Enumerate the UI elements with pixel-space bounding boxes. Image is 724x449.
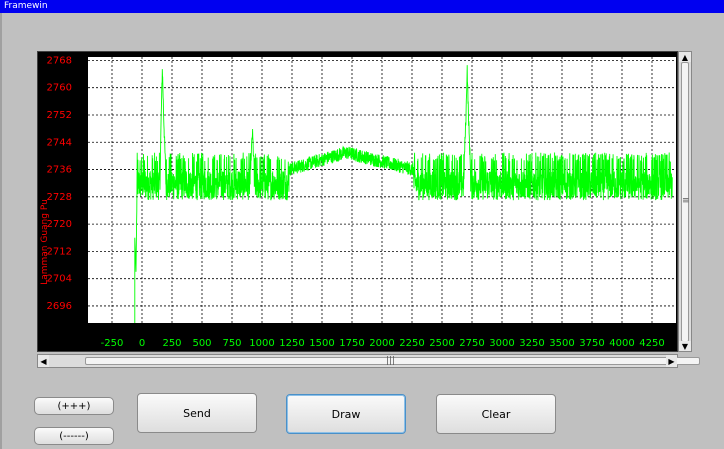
x-tick-label: 1500 <box>309 338 334 349</box>
scroll-left-button[interactable]: ◀ <box>38 355 49 367</box>
x-tick-label: 3250 <box>519 338 544 349</box>
grip-icon: ≡ <box>682 196 690 206</box>
zoom-in-button[interactable]: (+++) <box>34 397 114 415</box>
y-tick-label: 2704 <box>47 274 72 285</box>
scroll-right-button[interactable]: ▶ <box>666 355 677 367</box>
vertical-scroll-thumb[interactable]: ≡ <box>681 62 690 342</box>
x-tick-label: 250 <box>162 338 181 349</box>
y-tick-label: 2712 <box>47 246 72 257</box>
zoom-out-button[interactable]: (------) <box>34 427 114 445</box>
y-tick-label: 2728 <box>47 192 72 203</box>
clear-button[interactable]: Clear <box>436 394 556 434</box>
horizontal-scrollbar[interactable]: ◀ ||| ▶ <box>37 354 700 368</box>
y-tick-label: 2752 <box>47 110 72 121</box>
vertical-scrollbar[interactable]: ▲ ≡ ▼ <box>678 51 692 352</box>
chart-svg: 2768 2760 2752 2744 2736 2728 2720 2712 2704 2696… <box>40 55 676 349</box>
x-tick-label: 3000 <box>489 338 514 349</box>
y-tick-label: 2760 <box>47 83 72 94</box>
horizontal-scroll-thumb[interactable]: ||| <box>85 356 700 366</box>
window-title-bar[interactable]: Framewin <box>0 0 724 13</box>
y-tick-labels: 2768 2760 2752 2744 2736 2728 2720 2712 2704 2696 <box>47 55 72 312</box>
x-tick-label: 1250 <box>279 338 304 349</box>
down-arrow-icon: ▼ <box>681 341 689 351</box>
y-tick-label: 2720 <box>47 219 72 230</box>
window-title: Framewin <box>4 1 48 11</box>
x-tick-label: 4000 <box>609 338 634 349</box>
x-tick-label: 3750 <box>579 338 604 349</box>
y-tick-label: 2736 <box>47 165 72 176</box>
up-arrow-icon: ▲ <box>681 52 689 62</box>
x-tick-label: -250 <box>101 338 124 349</box>
scroll-down-button[interactable]: ▼ <box>679 341 691 351</box>
draw-button[interactable]: Draw <box>286 394 406 434</box>
x-tick-label: 3500 <box>549 338 574 349</box>
x-tick-label: 2500 <box>429 338 454 349</box>
right-arrow-icon: ▶ <box>668 356 675 366</box>
x-tick-label: 500 <box>192 338 211 349</box>
y-axis-label: Lamman Guang Pu <box>40 199 50 285</box>
x-tick-label: 0 <box>139 338 145 349</box>
x-tick-label: 4250 <box>639 338 664 349</box>
left-arrow-icon: ◀ <box>40 356 47 366</box>
x-tick-label: 2750 <box>459 338 484 349</box>
x-tick-label: 750 <box>222 338 241 349</box>
send-button[interactable]: Send <box>137 393 257 433</box>
x-tick-label: 1000 <box>249 338 274 349</box>
grip-icon: ||| <box>386 356 396 366</box>
y-tick-label: 2768 <box>47 55 72 66</box>
x-tick-label: 1750 <box>339 338 364 349</box>
x-tick-label: 2250 <box>399 338 424 349</box>
y-tick-label: 2696 <box>47 301 72 312</box>
window-left-border <box>0 13 2 449</box>
scroll-up-button[interactable]: ▲ <box>679 52 691 62</box>
x-tick-labels: -250 0 250 500 750 1000 1250 1500 1750 2000 2250 25… <box>101 338 665 349</box>
x-tick-label: 2000 <box>369 338 394 349</box>
y-tick-label: 2744 <box>47 137 72 148</box>
chart-panel: 2768 2760 2752 2744 2736 2728 2720 2712 2704 2696… <box>37 51 678 352</box>
